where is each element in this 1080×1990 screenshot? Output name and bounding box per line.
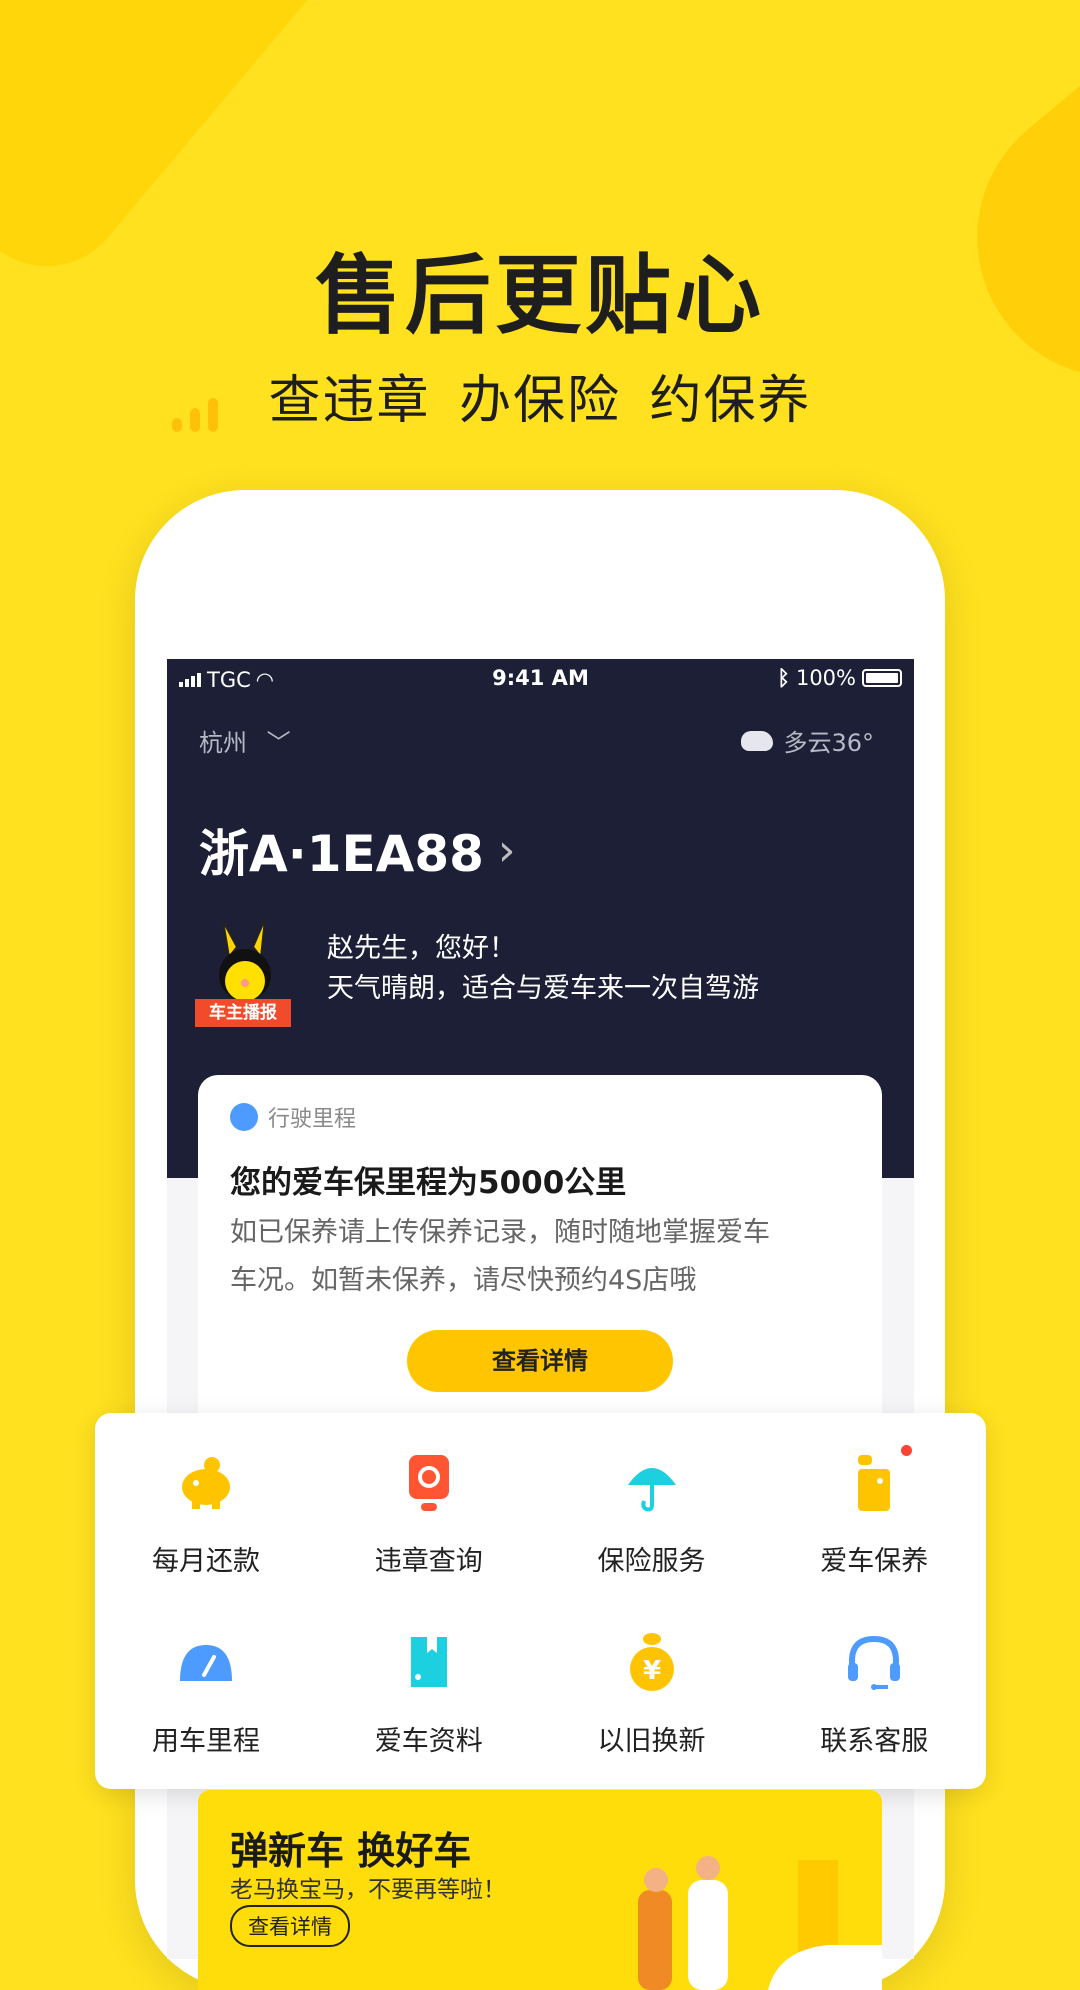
greeting-message: 天气晴朗，适合与爱车来一次自驾游: [327, 973, 759, 1004]
battery-percent: 100%: [795, 666, 856, 690]
hero-subtitle: 查违章 办保险 约保养: [268, 371, 812, 431]
camera-icon: [397, 1451, 461, 1515]
service-label: 违章查询: [374, 1546, 483, 1577]
service-headset[interactable]: 联系客服: [763, 1631, 985, 1758]
service-label: 爱车资料: [374, 1726, 483, 1757]
oil-can-icon: [842, 1445, 913, 1515]
service-label: 联系客服: [820, 1726, 929, 1757]
banner-subtitle: 老马换宝马，不要再等啦！: [230, 1877, 506, 1903]
mileage-card: 行驶里程 您的爱车保里程为5000公里 如已保养请上传保养记录，随时随地掌握爱车…: [198, 1075, 882, 1435]
broadcast-badge: 车主播报: [195, 999, 291, 1027]
card-body: 如已保养请上传保养记录，随时随地掌握爱车: [230, 1217, 770, 1248]
banner-title: 弹新车 换好车: [230, 1829, 472, 1873]
cloud-icon: [741, 730, 774, 751]
hero-title: 售后更贴心: [315, 246, 765, 346]
service-umbrella[interactable]: 保险服务: [541, 1451, 763, 1578]
service-label: 每月还款: [152, 1546, 260, 1577]
battery-icon: [862, 669, 902, 687]
view-details-button[interactable]: 查看详情: [407, 1330, 673, 1392]
speedometer-icon: [174, 1631, 238, 1695]
service-label: 保险服务: [597, 1546, 706, 1577]
money-bag-icon: ¥: [620, 1631, 684, 1695]
speedometer-icon: [230, 1103, 258, 1131]
service-book[interactable]: 爱车资料: [318, 1631, 540, 1758]
greeting-line: 赵先生，您好！: [327, 933, 516, 964]
card-body: 车况。如暂未保养，请尽快预约4S店哦: [230, 1265, 697, 1296]
piggy-bank-icon: [174, 1451, 238, 1515]
promo-banner[interactable]: 弹新车 换好车 老马换宝马，不要再等啦！ 查看详情: [198, 1790, 882, 1990]
umbrella-icon: [620, 1451, 684, 1515]
service-grid: 每月还款 违章查询 保险服务 爱车保养用车里程 爱车资料 ¥ 以旧换新 联系客服: [95, 1413, 986, 1789]
svg-text:¥: ¥: [642, 1656, 660, 1686]
service-money-bag[interactable]: ¥ 以旧换新: [541, 1631, 763, 1758]
greeting: 赵先生，您好！ 天气晴朗，适合与爱车来一次自驾游: [327, 929, 759, 1009]
service-label: 爱车保养: [820, 1546, 929, 1577]
service-oil-can[interactable]: 爱车保养: [763, 1445, 985, 1578]
mascot-avatar: 车主播报: [195, 917, 295, 1029]
status-bar: TGC ◠ 9:41 AM ᛒ 100%: [167, 659, 914, 699]
headset-icon: [842, 1631, 906, 1695]
weather-text: 多云36°: [783, 729, 874, 757]
book-icon: [397, 1631, 461, 1695]
chevron-down-icon: ﹀: [266, 729, 291, 757]
city-name: 杭州: [199, 729, 247, 757]
service-label: 以旧换新: [597, 1726, 706, 1757]
plate-number: 浙A·1EA88: [199, 825, 484, 883]
card-title: 您的爱车保里程为5000公里: [230, 1165, 627, 1201]
service-label: 用车里程: [152, 1726, 260, 1757]
notification-dot: [901, 1445, 913, 1456]
banner-illustration: [618, 1840, 882, 1990]
service-speedometer[interactable]: 用车里程: [95, 1631, 317, 1758]
service-camera[interactable]: 违章查询: [318, 1451, 540, 1578]
card-tag: 行驶里程: [268, 1107, 357, 1132]
city-selector[interactable]: 杭州 ﹀: [199, 723, 291, 758]
service-piggy-bank[interactable]: 每月还款: [95, 1451, 317, 1578]
car-plate[interactable]: 浙A·1EA88 ›: [199, 814, 516, 886]
chevron-right-icon: ›: [497, 824, 516, 876]
bluetooth-icon: ᛒ: [777, 666, 790, 690]
banner-button[interactable]: 查看详情: [230, 1905, 350, 1947]
weather: 多云36°: [741, 723, 874, 758]
